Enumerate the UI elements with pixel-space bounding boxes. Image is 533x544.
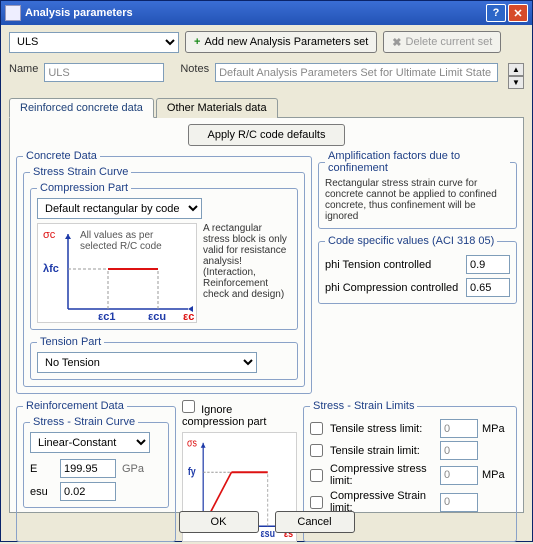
tension-select[interactable]: No Tension: [37, 352, 257, 373]
notes-label: Notes: [180, 63, 209, 75]
esu-label: esu: [30, 486, 54, 498]
tab-content: Apply R/C code defaults Concrete Data St…: [9, 117, 524, 513]
limits-legend: Stress - Strain Limits: [310, 400, 417, 412]
ecu-label: εcu: [148, 311, 166, 323]
code-values-legend: Code specific values (ACI 318 05): [325, 235, 497, 247]
add-set-button[interactable]: + Add new Analysis Parameters set: [185, 31, 377, 53]
concrete-data-group: Concrete Data Stress Strain Curve Compre…: [16, 150, 312, 394]
E-label: E: [30, 463, 54, 475]
ec-axis-label: εc: [183, 311, 194, 323]
reinf-stress-strain-group: Stress - Strain Curve Linear-Constant E …: [23, 416, 169, 508]
phi-tension-label: phi Tension controlled: [325, 259, 431, 271]
tab-reinforced-concrete[interactable]: Reinforced concrete data: [9, 98, 154, 118]
parameter-set-select[interactable]: ULS: [9, 32, 179, 53]
sigma-c-label: σc: [43, 229, 56, 241]
stress-strain-group: Stress Strain Curve Compression Part Def…: [23, 166, 305, 387]
E-field[interactable]: [60, 459, 116, 478]
amplification-text: Rectangular stress strain curve for conc…: [325, 178, 510, 222]
compressive-stress-field: [440, 466, 478, 485]
x-icon: ✖: [392, 36, 401, 49]
concrete-stress-strain-chart: σc λfc εc1 εcu εc All values as per sele…: [37, 223, 197, 323]
window-title: Analysis parameters: [25, 7, 484, 19]
phi-tension-field[interactable]: [466, 255, 510, 274]
sigma-s-label: σs: [187, 438, 197, 450]
compression-group: Compression Part Default rectangular by …: [30, 182, 298, 330]
compressive-stress-check[interactable]: [310, 469, 323, 482]
chart-overlay-note: All values as per selected R/C code: [80, 230, 190, 252]
compressive-strain-field: [440, 493, 478, 512]
scroll-up-button[interactable]: ▲: [508, 63, 524, 76]
compressive-stress-label: Compressive stress limit:: [330, 463, 436, 487]
plus-icon: +: [194, 36, 200, 48]
fy-label: fy: [188, 466, 196, 478]
tab-other-materials[interactable]: Other Materials data: [156, 98, 278, 118]
compressive-strain-check[interactable]: [310, 496, 323, 509]
compressive-stress-unit: MPa: [482, 469, 510, 481]
code-values-group: Code specific values (ACI 318 05) phi Te…: [318, 235, 517, 304]
tensile-stress-label: Tensile stress limit:: [330, 423, 436, 435]
scroll-down-button[interactable]: ▼: [508, 76, 524, 89]
tensile-stress-check[interactable]: [310, 422, 323, 435]
cancel-button[interactable]: Cancel: [275, 511, 355, 533]
amplification-legend: Amplification factors due to confinement: [325, 150, 510, 174]
tensile-stress-unit: MPa: [482, 423, 510, 435]
tensile-strain-field: [440, 441, 478, 460]
concrete-legend: Concrete Data: [23, 150, 100, 162]
delete-set-label: Delete current set: [406, 36, 493, 48]
tensile-strain-label: Tensile strain limit:: [330, 445, 436, 457]
notes-scroll: ▲ ▼: [508, 63, 524, 89]
ignore-compression-checkbox[interactable]: Ignore compression part: [182, 400, 297, 428]
ec1-label: εc1: [98, 311, 115, 323]
app-icon: [5, 5, 21, 21]
analysis-parameters-dialog: Analysis parameters ? ✕ ULS + Add new An…: [0, 0, 533, 542]
amplification-group: Amplification factors due to confinement…: [318, 150, 517, 229]
add-set-label: Add new Analysis Parameters set: [204, 36, 368, 48]
name-field: [44, 63, 164, 82]
close-button[interactable]: ✕: [508, 4, 528, 22]
lambda-fc-label: λfc: [43, 263, 59, 275]
name-label: Name: [9, 63, 38, 75]
E-unit: GPa: [122, 463, 144, 475]
delete-set-button: ✖ Delete current set: [383, 31, 501, 53]
tension-group: Tension Part No Tension: [30, 336, 298, 380]
esu-field[interactable]: [60, 482, 116, 501]
reinf-stress-legend: Stress - Strain Curve: [30, 416, 138, 428]
compression-explain: A rectangular stress block is only valid…: [203, 223, 291, 323]
tension-legend: Tension Part: [37, 336, 104, 348]
notes-field: [215, 63, 498, 82]
tensile-strain-check[interactable]: [310, 444, 323, 457]
phi-compression-label: phi Compression controlled: [325, 282, 458, 294]
compression-curve-select[interactable]: Default rectangular by code for ULS: [37, 198, 202, 219]
stress-strain-legend: Stress Strain Curve: [30, 166, 131, 178]
help-button[interactable]: ?: [486, 4, 506, 22]
ok-button[interactable]: OK: [179, 511, 259, 533]
compression-legend: Compression Part: [37, 182, 131, 194]
tensile-stress-field: [440, 419, 478, 438]
reinf-curve-select[interactable]: Linear-Constant: [30, 432, 150, 453]
reinforcement-legend: Reinforcement Data: [23, 400, 127, 412]
phi-compression-field[interactable]: [466, 278, 510, 297]
ignore-compression-input[interactable]: [182, 400, 195, 413]
apply-defaults-button[interactable]: Apply R/C code defaults: [188, 124, 344, 146]
titlebar: Analysis parameters ? ✕: [1, 1, 532, 25]
